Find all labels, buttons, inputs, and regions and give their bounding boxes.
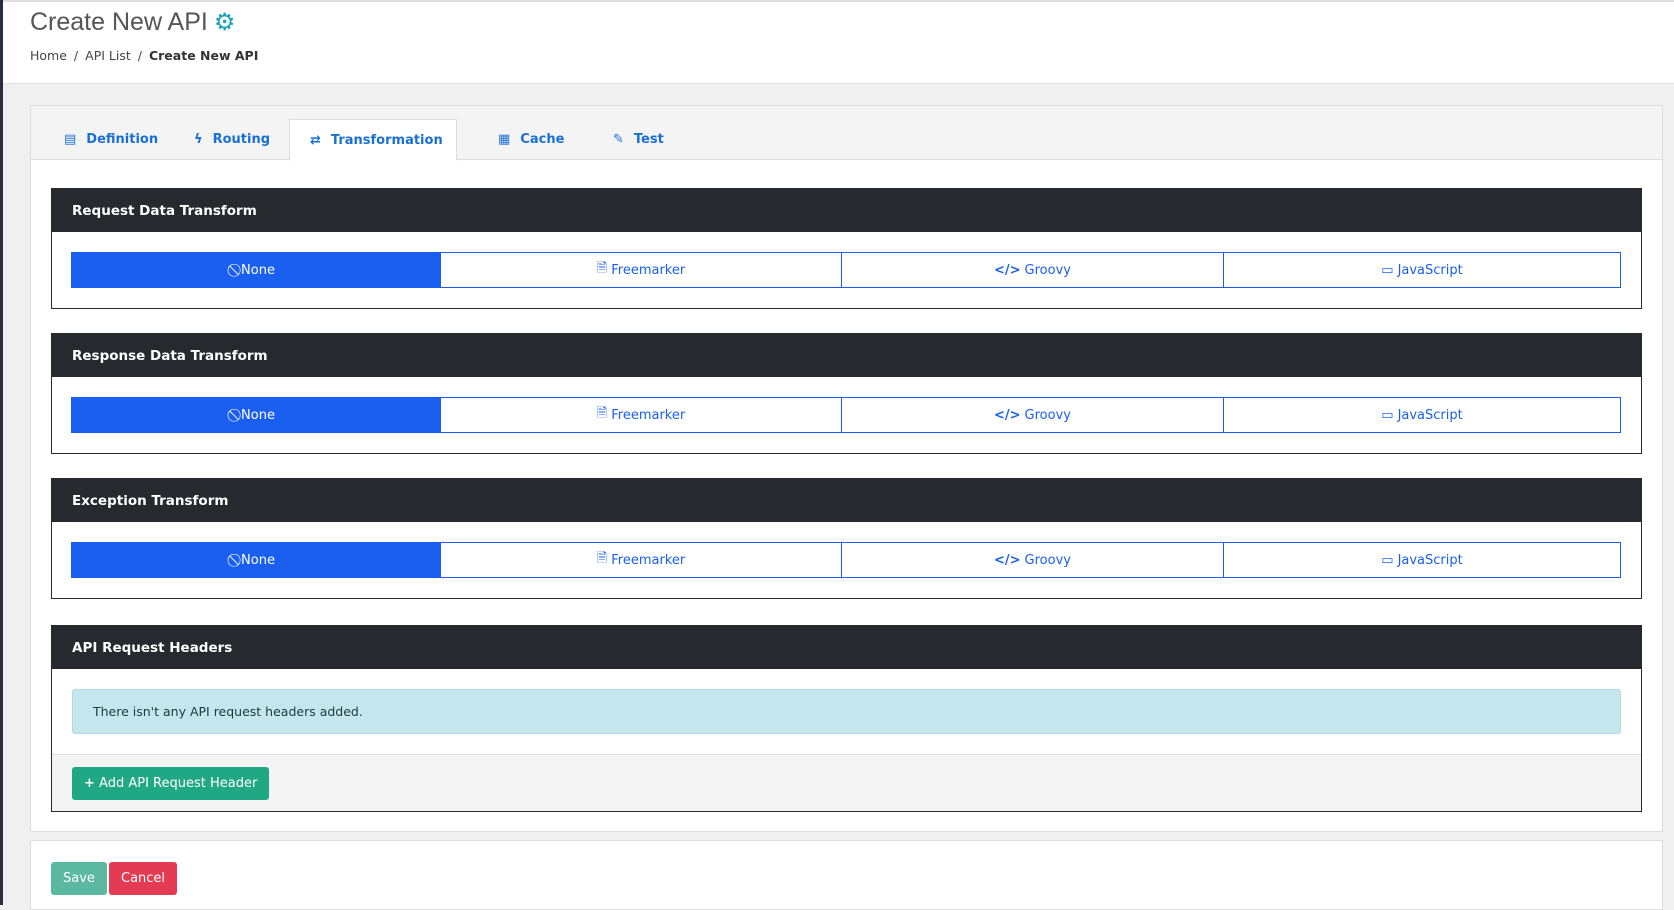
tab-definition[interactable]: ▤ Definition [44,119,178,160]
option-javascript[interactable]: ▭ JavaScript [1223,252,1621,288]
panel-title: API Request Headers [52,626,1641,669]
panel-footer: + Add API Request Header [52,754,1641,811]
option-none[interactable]: ⃠None [71,397,441,433]
tab-label: Cache [520,132,565,147]
panel-title: Exception Transform [52,479,1641,522]
file-icon: 🗎 [596,261,608,276]
option-label: Freemarker [611,262,686,278]
bolt-icon: ϟ [194,132,203,147]
panel-title: Response Data Transform [52,334,1641,377]
plus-icon: + [84,776,95,791]
option-groovy[interactable]: </> Groovy [841,397,1224,433]
option-label: JavaScript [1397,407,1463,423]
tab-label: Routing [212,132,271,147]
tab-label: Test [633,132,664,147]
memory-icon: ▦ [498,132,511,147]
option-label: JavaScript [1397,262,1463,278]
code-icon: </> [994,262,1021,278]
option-javascript[interactable]: ▭ JavaScript [1223,542,1621,578]
tab-test[interactable]: ✎ Test [593,119,684,160]
code-icon: </> [994,407,1021,423]
breadcrumb-current: Create New API [148,48,259,63]
page-title: Create New API ⚙ [30,8,235,37]
form-actions: Save Cancel [30,840,1663,910]
tab-routing[interactable]: ϟ Routing [174,119,290,160]
option-freemarker[interactable]: 🗎 Freemarker [440,542,842,578]
request-transform-panel: Request Data Transform ⃠None 🗎Freemarker… [51,188,1642,309]
tab-bar: ▤ Definition ϟ Routing ⇄ Transformation ▦ Ca… [31,106,1662,161]
option-label: None [241,407,275,423]
option-freemarker[interactable]: 🗎 Freemarker [440,252,842,288]
id-card-icon: ▤ [64,132,77,147]
tab-transformation[interactable]: ⇄ Transformation [289,119,457,161]
option-label: None [241,552,275,568]
option-label: Freemarker [611,407,686,423]
panel-title: Request Data Transform [52,189,1641,232]
exchange-icon: ⇄ [310,132,321,148]
tab-label: Definition [86,132,159,147]
save-button[interactable]: Save [51,862,107,895]
api-form-card: ▤ Definition ϟ Routing ⇄ Transformation ▦ Ca… [30,105,1663,832]
api-request-headers-panel: API Request Headers There isn't any API … [51,625,1642,812]
exception-transform-panel: Exception Transform ⃠None 🗎Freemarker </… [51,478,1642,599]
breadcrumb-home[interactable]: Home [30,48,67,63]
laptop-code-icon: ▭ [1381,552,1394,568]
add-api-request-header-button[interactable]: + Add API Request Header [72,767,270,800]
code-icon: </> [994,552,1021,568]
tab-cache[interactable]: ▦ Cache [478,119,584,160]
option-freemarker[interactable]: 🗎 Freemarker [440,397,842,433]
option-label: Freemarker [611,552,686,568]
transform-option-group: ⃠None 🗎Freemarker </>Groovy ▭JavaScript [71,542,1621,578]
page-title-text: Create New API [30,8,208,36]
option-label: Groovy [1024,407,1071,423]
option-label: JavaScript [1397,552,1463,568]
button-label: Add API Request Header [99,776,258,791]
file-icon: 🗎 [596,406,608,421]
option-label: None [241,262,275,278]
option-label: Groovy [1024,552,1071,568]
laptop-code-icon: ▭ [1381,407,1394,423]
transform-option-group: ⃠None 🗎Freemarker </>Groovy ▭JavaScript [71,252,1621,288]
cancel-button[interactable]: Cancel [109,862,178,895]
pen-icon: ✎ [613,132,624,147]
empty-headers-alert: There isn't any API request headers adde… [72,689,1621,734]
option-none[interactable]: ⃠None [71,252,441,288]
breadcrumb: Home / API List / Create New API [30,48,259,63]
page-header: Create New API ⚙ Home / API List / Create New… [3,0,1674,84]
response-transform-panel: Response Data Transform ⃠None 🗎Freemarke… [51,333,1642,454]
option-none[interactable]: ⃠None [71,542,441,578]
option-groovy[interactable]: </> Groovy [841,252,1224,288]
file-icon: 🗎 [596,551,608,566]
laptop-code-icon: ▭ [1381,262,1394,278]
transform-option-group: ⃠None 🗎Freemarker </>Groovy ▭JavaScript [71,397,1621,433]
option-label: Groovy [1024,262,1071,278]
option-groovy[interactable]: </> Groovy [841,542,1224,578]
breadcrumb-api-list[interactable]: API List [85,48,131,63]
option-javascript[interactable]: ▭ JavaScript [1223,397,1621,433]
tab-label: Transformation [330,132,443,148]
cogs-icon: ⚙ [213,9,236,36]
